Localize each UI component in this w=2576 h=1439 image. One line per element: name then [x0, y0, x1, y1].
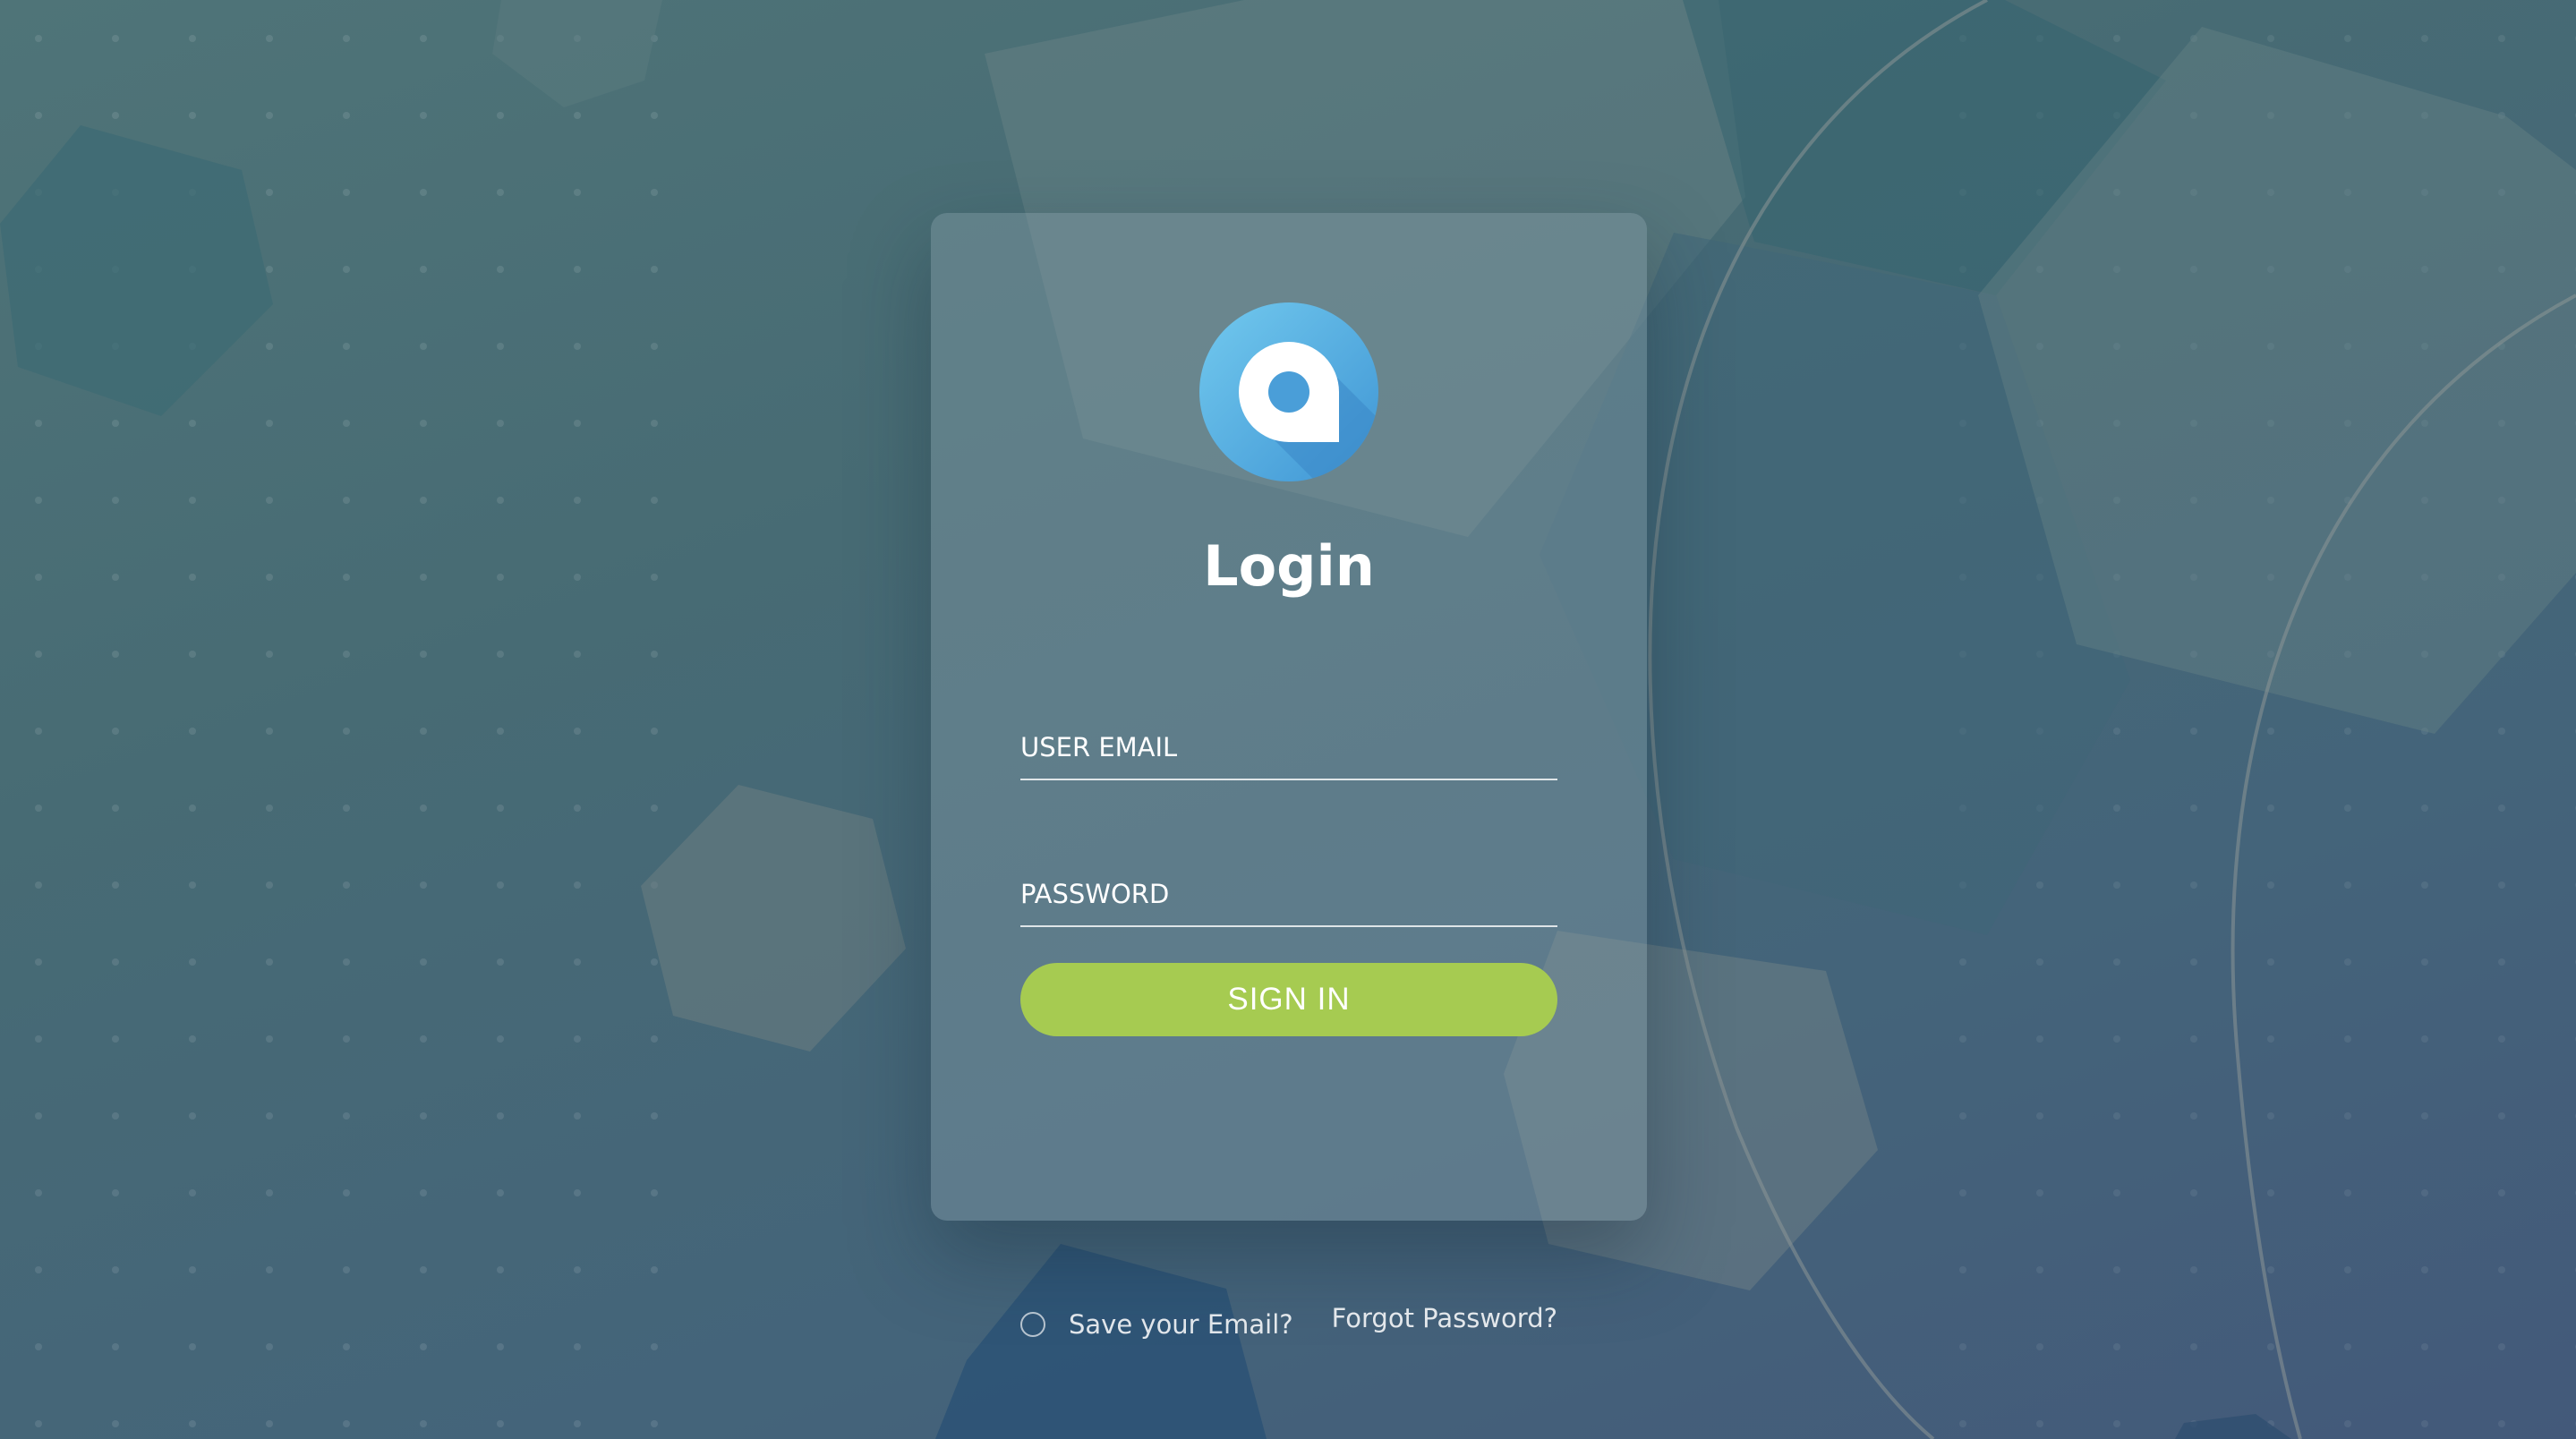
email-field-container [1020, 716, 1557, 780]
radio-icon[interactable] [1020, 1312, 1045, 1337]
logo-icon [1199, 302, 1378, 481]
save-email-checkbox[interactable]: Save your Email? [1020, 1307, 1293, 1342]
sign-in-button[interactable]: SIGN IN [1020, 963, 1557, 1036]
password-field-container [1020, 863, 1557, 927]
hexagon-shape [641, 785, 906, 1052]
page-title: Login [1203, 533, 1375, 599]
password-field[interactable] [1020, 873, 1557, 915]
email-field[interactable] [1020, 727, 1557, 768]
login-card: Login SIGN IN Save your Email? Forgot Pa… [931, 213, 1647, 1340]
save-email-label: Save your Email? [1069, 1309, 1293, 1340]
forgot-password-link[interactable]: Forgot Password? [1332, 1303, 1557, 1333]
